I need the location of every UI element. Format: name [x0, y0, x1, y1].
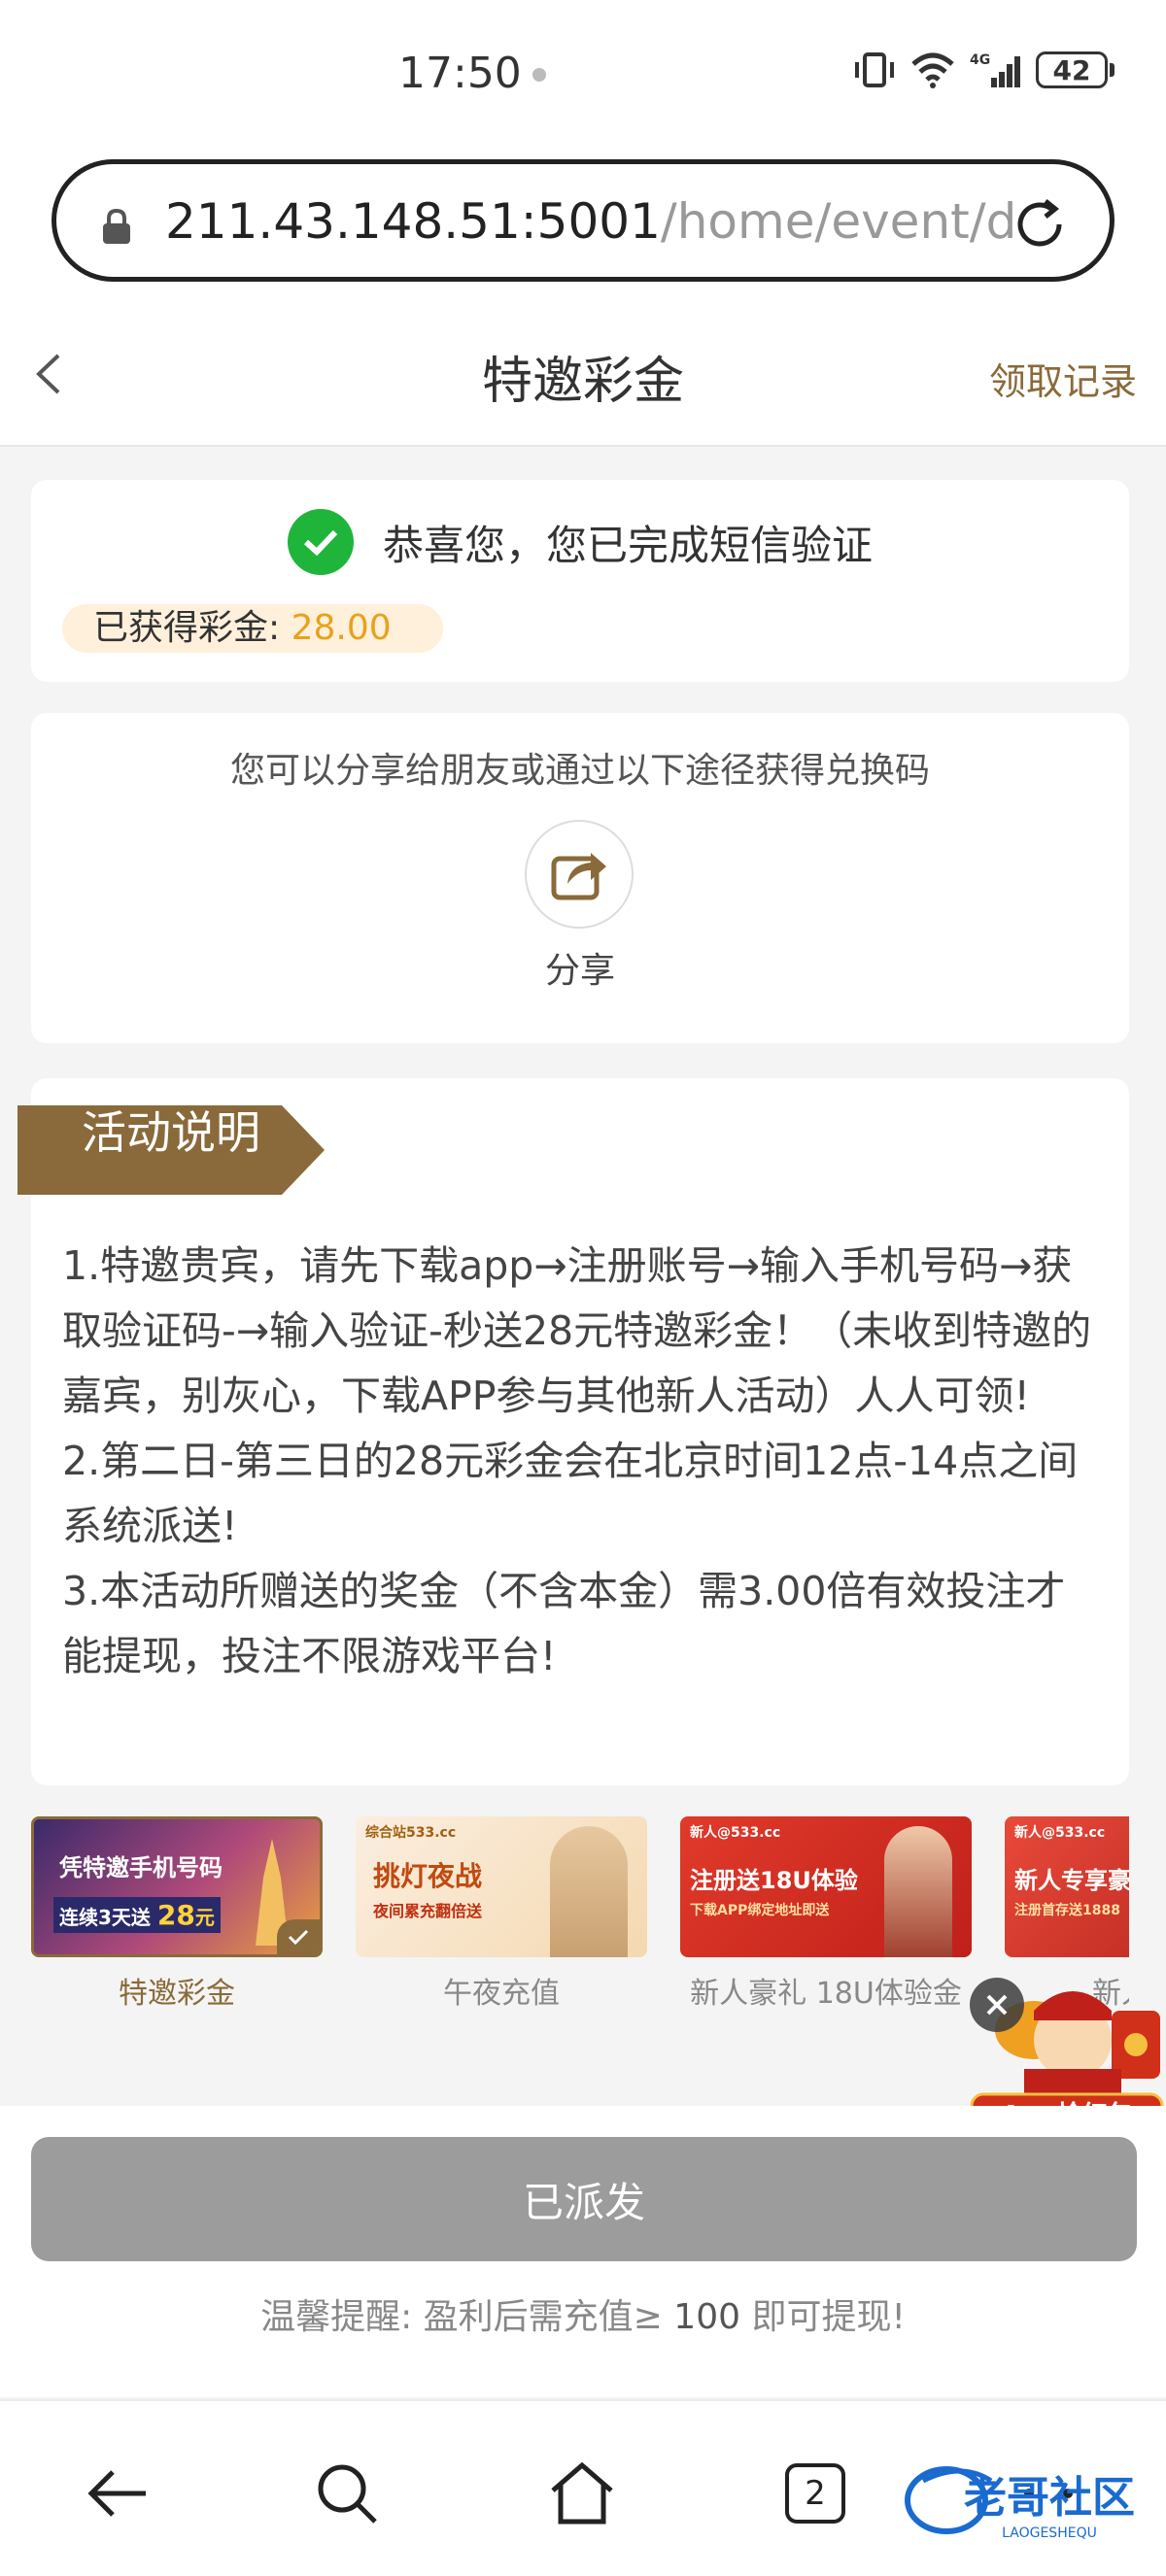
status-icons: 4G 42 — [853, 51, 1115, 89]
promo-banner-line1: 挑灯夜战 — [373, 1860, 483, 1892]
page: 17:50 4G 42 211.43.148.51:5001/home/even… — [0, 0, 1166, 2576]
address-bar[interactable]: 211.43.148.51:5001/home/event/d — [51, 159, 1115, 282]
lock-icon — [103, 208, 130, 244]
share-icon — [551, 853, 606, 900]
bonus-value: 28.00 — [291, 608, 392, 648]
promo-banner-line1: 新人专享豪礼 — [1014, 1867, 1129, 1894]
watermark-text: 老哥社区 — [964, 2473, 1135, 2523]
cellular-signal-icon: 4G — [970, 52, 1020, 87]
verification-card: 恭喜您，您已完成短信验证 已获得彩金: 28.00 — [31, 480, 1129, 682]
model-graphic — [550, 1826, 628, 1957]
share-card: 您可以分享给朋友或通过以下途径获得兑换码 分享 — [31, 713, 1129, 1043]
share-hint: 您可以分享给朋友或通过以下途径获得兑换码 — [229, 751, 930, 791]
battery-icon: 42 — [1036, 51, 1115, 88]
tip-prefix: 温馨提醒: 盈利后需充值≥ — [260, 2297, 663, 2337]
promo-banner: 新人@533.cc 新人专享豪礼 注册首存送1888 — [1005, 1816, 1129, 1957]
nav-home-button[interactable] — [538, 2450, 626, 2537]
promo-banner-line1: 凭特邀手机号码 — [59, 1854, 223, 1881]
rule-item: 3.本活动所赠送的奖金（不含本金）需3.00倍有效投注才能提现，投注不限游戏平台… — [62, 1568, 1066, 1679]
promo-banner-line2: 注册首存送1888 — [1014, 1903, 1120, 1918]
status-time: 17:50 — [398, 49, 522, 98]
claim-records-link[interactable]: 领取记录 — [989, 352, 1137, 405]
wifi-icon — [911, 52, 954, 88]
url-path: /home/event/d — [660, 193, 1017, 250]
rules-body: 1.特邀贵宾，请先下载app→注册账号→输入手机号码→获取验证码-→输入验证-秒… — [62, 1234, 1102, 1689]
bonus-badge: 已获得彩金: 28.00 — [62, 604, 443, 653]
promo-banner-line2: 连续3天送 28元 — [53, 1897, 221, 1933]
reload-icon[interactable] — [1009, 193, 1071, 255]
close-icon[interactable] — [970, 1978, 1024, 2032]
verification-status: 恭喜您，您已完成短信验证 — [31, 509, 1129, 575]
nav-back-button[interactable] — [74, 2450, 161, 2537]
promo-banner-line2: 夜间累充翻倍送 — [373, 1902, 483, 1920]
arrow-left-icon — [87, 2470, 146, 2517]
check-circle-icon — [287, 509, 354, 575]
promo-banner-line1: 注册送18U体验 — [690, 1867, 858, 1894]
promo-banner: 凭特邀手机号码 连续3天送 28元 — [31, 1816, 323, 1957]
bottom-action-panel: 已派发 温馨提醒: 盈利后需充值≥ 100 即可提现! — [0, 2106, 1166, 2397]
promo-card-invite-bonus[interactable]: 凭特邀手机号码 连续3天送 28元 特邀彩金 — [31, 1816, 323, 2011]
rule-item: 2.第二日-第三日的28元彩金会在北京时间12点-14点之间系统派送! — [62, 1438, 1079, 1549]
promo-banner-tag: 新人@533.cc — [1014, 1825, 1106, 1841]
community-watermark-logo: 老哥社区 LAOGESHEQU — [905, 2466, 1135, 2541]
tip-suffix: 即可提现! — [751, 2297, 906, 2337]
promo-card-midnight-recharge[interactable]: 综合站533.cc 挑灯夜战 夜间累充翻倍送 午夜充值 — [356, 1816, 647, 2011]
status-bar: 17:50 4G 42 — [0, 0, 1166, 146]
url-host: 211.43.148.51:5001 — [165, 193, 661, 250]
browser-url-area: 211.43.148.51:5001/home/event/d — [0, 146, 1166, 301]
bonus-label: 已获得彩金: — [93, 608, 281, 648]
nav-search-button[interactable] — [303, 2450, 391, 2537]
promo-banner-tag: 新人@533.cc — [690, 1825, 781, 1841]
promo-banner-line2: 下载APP绑定地址即送 — [690, 1903, 830, 1918]
notification-dot-icon — [532, 68, 546, 82]
watermark-sub: LAOGESHEQU — [1002, 2525, 1097, 2541]
promo-label: 午夜充值 — [443, 1977, 560, 2011]
activity-rules-card: 活动说明 1.特邀贵宾，请先下载app→注册账号→输入手机号码→获取验证码-→输… — [17, 1078, 1129, 1785]
verification-message: 恭喜您，您已完成短信验证 — [382, 521, 873, 569]
page-header: 特邀彩金 领取记录 — [0, 301, 1166, 447]
share-label: 分享 — [544, 951, 615, 991]
rule-item: 1.特邀贵宾，请先下载app→注册账号→输入手机号码→获取验证码-→输入验证-秒… — [62, 1242, 1092, 1419]
share-button[interactable] — [525, 820, 634, 929]
promo-banner-tag: 综合站533.cc — [365, 1825, 457, 1841]
promo-banner: 综合站533.cc 挑灯夜战 夜间累充翻倍送 — [356, 1816, 647, 1957]
promo-carousel[interactable]: 凭特邀手机号码 连续3天送 28元 特邀彩金 综合站533.cc 挑灯夜战 夜间… — [31, 1816, 1129, 2011]
svg-text:4G: 4G — [970, 52, 990, 68]
tab-count: 2 — [785, 2463, 845, 2524]
promo-banner: 新人@533.cc 注册送18U体验 下载APP绑定地址即送 — [680, 1816, 972, 1957]
promo-label: 特邀彩金 — [119, 1977, 235, 2011]
claim-status-button[interactable]: 已派发 — [31, 2137, 1137, 2261]
home-icon — [551, 2461, 613, 2525]
promo-card-new-user-18u[interactable]: 新人@533.cc 注册送18U体验 下载APP绑定地址即送 新人豪礼 18U体… — [680, 1816, 972, 2011]
selected-check-icon — [277, 1919, 320, 1954]
model-graphic — [884, 1826, 952, 1957]
battery-level: 42 — [1036, 51, 1108, 88]
vibrate-icon — [855, 52, 894, 87]
rules-title: 活动说明 — [82, 1106, 260, 1159]
tip-amount: 100 — [673, 2297, 741, 2337]
nav-tabs-button[interactable]: 2 — [772, 2450, 859, 2537]
withdraw-tip: 温馨提醒: 盈利后需充值≥ 100 即可提现! — [0, 2288, 1166, 2339]
url-text[interactable]: 211.43.148.51:5001/home/event/d — [165, 193, 1020, 252]
promo-label: 新人豪礼 18U体验金 — [690, 1977, 962, 2011]
search-icon — [318, 2464, 377, 2524]
